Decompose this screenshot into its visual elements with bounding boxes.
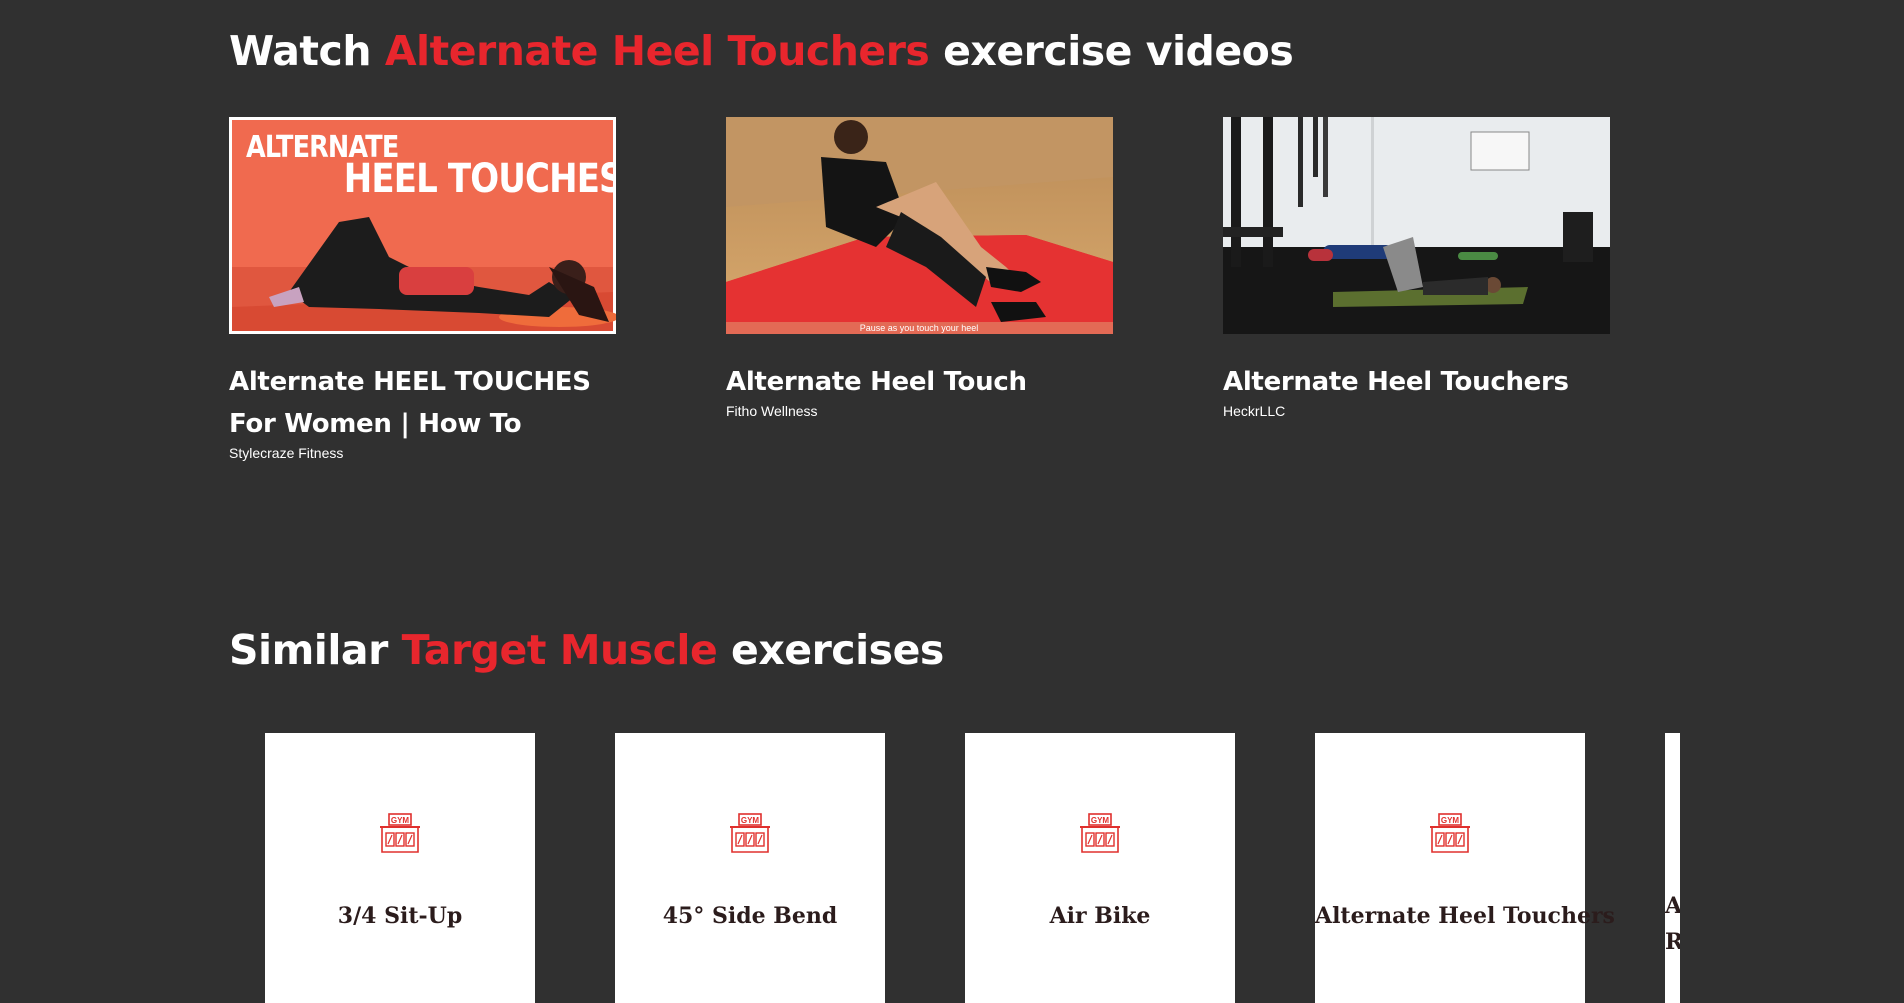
svg-text:GYM: GYM — [741, 816, 760, 825]
video-channel: Fitho Wellness — [726, 403, 818, 419]
svg-text:GYM: GYM — [391, 816, 410, 825]
similar-section-heading: Similar Target Muscle exercises — [229, 630, 944, 671]
video-title[interactable]: Alternate Heel Touchers — [1223, 361, 1623, 403]
videos-section-heading: Watch Alternate Heel Touchers exercise v… — [229, 31, 1294, 72]
gym-icon: GYM — [730, 813, 770, 853]
heading-prefix: Similar — [229, 626, 388, 674]
exercise-card[interactable]: GYM Air Bike — [965, 733, 1235, 1003]
video-thumbnail[interactable]: ALTERNATE HEEL TOUCHES — [229, 117, 616, 334]
video-channel: Stylecraze Fitness — [229, 445, 344, 461]
video-card: ALTERNATE HEEL TOUCHES Alternate HEEL TO… — [229, 117, 619, 461]
exercise-card[interactable]: GYM 3/4 Sit-Up — [265, 733, 535, 1003]
svg-text:GYM: GYM — [1441, 816, 1460, 825]
video-thumbnail[interactable] — [1223, 117, 1610, 334]
video-card: Alternate Heel Touchers HeckrLLC — [1223, 117, 1613, 419]
video-title[interactable]: Alternate HEEL TOUCHES For Women | How T… — [229, 361, 629, 445]
heading-prefix: Watch — [229, 27, 372, 75]
heading-accent: Target Muscle — [401, 626, 718, 674]
gym-icon: GYM — [380, 813, 420, 853]
exercise-name: Air Bike — [1049, 903, 1151, 929]
thumbnail-caption: Pause as you touch your heel — [860, 323, 979, 333]
heading-accent: Alternate Heel Touchers — [384, 27, 930, 75]
exercise-name: 45° Side Bend — [662, 903, 838, 929]
svg-text:GYM: GYM — [1091, 816, 1110, 825]
exercise-name-partial: A R — [1665, 893, 1680, 955]
exercise-card[interactable]: GYM 45° Side Bend — [615, 733, 885, 1003]
exercise-name: Alternate Heel Touchers — [1315, 903, 1615, 929]
video-thumbnail[interactable]: Pause as you touch your heel — [726, 117, 1113, 334]
video-channel: HeckrLLC — [1223, 403, 1286, 419]
thumbnail-text-line2: HEEL TOUCHES — [344, 155, 616, 201]
heading-suffix: exercises — [731, 626, 944, 674]
exercise-card-partial[interactable]: A R — [1665, 733, 1680, 1003]
gym-icon: GYM — [1430, 813, 1470, 853]
video-card: Pause as you touch your heel Alternate H… — [726, 117, 1116, 419]
heading-suffix: exercise videos — [943, 27, 1294, 75]
video-title[interactable]: Alternate Heel Touch — [726, 361, 1126, 403]
exercise-name: 3/4 Sit-Up — [337, 903, 463, 929]
gym-icon: GYM — [1080, 813, 1120, 853]
exercise-card[interactable]: GYM Alternate Heel Touchers — [1315, 733, 1615, 1003]
